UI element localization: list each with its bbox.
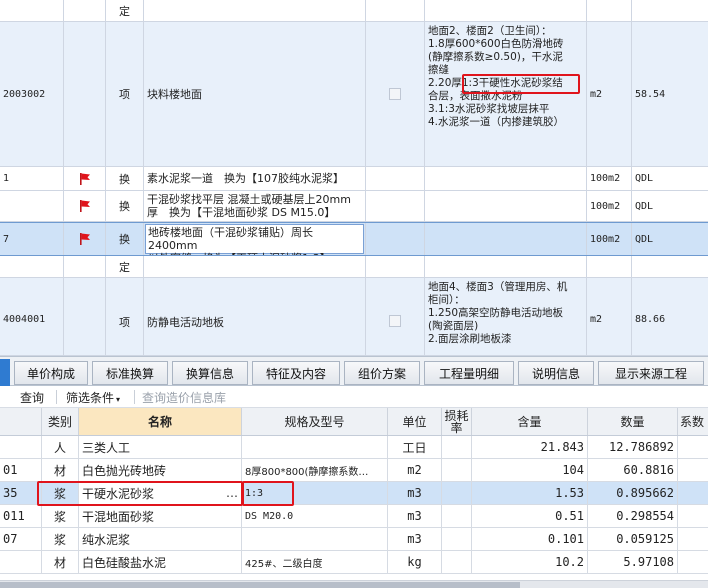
unit-cell: m2	[587, 22, 632, 166]
detail-tab-bar: 单价构成 标准换算 换算信息 特征及内容 组价方案 工程量明细 说明信息 显示来…	[0, 356, 708, 386]
checkbox[interactable]	[389, 88, 401, 100]
code-cell: 2003002	[0, 22, 64, 166]
quantity-cell: 58.54	[635, 88, 666, 100]
name-cell[interactable]: 块料楼地面	[144, 22, 366, 166]
scrollbar-thumb[interactable]	[0, 582, 520, 588]
table-row[interactable]: 材 白色硅酸盐水泥 425#、二级白度 kg 10.2 5.97108	[0, 551, 708, 574]
quota-list-grid: 定 2003002 项 块料楼地面 地面2、楼面2（卫生间）： 1.8厚600*…	[0, 0, 708, 356]
tab-show-source-project[interactable]: 显示来源工程	[598, 361, 704, 385]
filter-conditions-dropdown[interactable]: 筛选条件 ▾	[66, 389, 120, 406]
table-row[interactable]: 01 材 白色抛光砖地砖 8厚800*800(静摩擦系数… m2 104 60.…	[0, 459, 708, 482]
query-button[interactable]: 查询	[20, 389, 44, 406]
tab-features-content[interactable]: 特征及内容	[252, 361, 340, 385]
red-flag-icon	[78, 172, 92, 186]
name-cell[interactable]: 素水泥浆一道 换为【107胶纯水泥浆】	[144, 167, 366, 190]
type-cell: 定	[106, 0, 144, 21]
feature-desc-cell[interactable]: 地面2、楼面2（卫生间）： 1.8厚600*600白色防滑地砖 (静摩擦系数≥0…	[425, 22, 587, 166]
type-cell: 换	[106, 191, 144, 221]
header-unit[interactable]: 单位	[388, 408, 442, 435]
table-row[interactable]: 2003002 项 块料楼地面 地面2、楼面2（卫生间）： 1.8厚600*60…	[0, 22, 708, 167]
tab-conversion-info[interactable]: 换算信息	[172, 361, 248, 385]
checkbox[interactable]	[389, 315, 401, 327]
code-cell	[0, 256, 64, 277]
chevron-down-icon: ▾	[116, 395, 121, 404]
type-cell: 换	[106, 223, 144, 255]
table-row[interactable]: 定	[0, 256, 708, 278]
table-row[interactable]: 011 浆 干混地面砂浆 DS M20.0 m3 0.51 0.298554	[0, 505, 708, 528]
tab-active-indicator[interactable]	[0, 359, 10, 386]
table-row[interactable]: 换 干混砂浆找平层 混凝土或硬基层上20mm 厚 换为【干混地面砂浆 DS M1…	[0, 191, 708, 222]
red-flag-icon	[78, 232, 92, 246]
quantity-cell: 88.66	[635, 314, 666, 325]
resource-grid: 类别 名称 规格及型号 单位 损耗 率 含量 数量 系数 人 三类人工 工日 2…	[0, 408, 708, 580]
tab-unit-price-composition[interactable]: 单价构成	[14, 361, 88, 385]
name-cell-editing[interactable]: 地砖楼地面（干混砂浆铺贴）周长2400mm 以外密缝 换为【干硬水泥砂浆1:3】	[144, 223, 366, 255]
header-quantity[interactable]: 数量	[588, 408, 678, 435]
table-row[interactable]: 1 换 素水泥浆一道 换为【107胶纯水泥浆】 100m2 QDL	[0, 167, 708, 191]
type-cell: 项	[106, 278, 144, 355]
tab-quantity-detail[interactable]: 工程量明细	[424, 361, 514, 385]
code-cell: 7	[0, 223, 64, 255]
unit-cell: 100m2	[587, 167, 632, 190]
quantity-cell: QDL	[635, 200, 654, 212]
code-cell	[0, 191, 64, 221]
table-row[interactable]: 07 浆 纯水泥浆 m3 0.101 0.059125	[0, 528, 708, 551]
name-edit-field[interactable]: 地砖楼地面（干混砂浆铺贴）周长2400mm 以外密缝 换为【干硬水泥砂浆1:3】	[145, 224, 364, 255]
unit-cell: m2	[587, 278, 632, 355]
table-row-selected[interactable]: 7 换 地砖楼地面（干混砂浆铺贴）周长2400mm 以外密缝 换为【干硬水泥砂浆…	[0, 222, 708, 256]
red-flag-icon	[78, 199, 92, 213]
code-cell: 1	[0, 167, 64, 190]
resource-grid-header: 类别 名称 规格及型号 单位 损耗 率 含量 数量 系数	[0, 408, 708, 436]
table-row[interactable]: 4004001 项 防静电活动地板 地面4、楼面3（管理用房、机 柜间）： 1.…	[0, 278, 708, 356]
name-cell[interactable]: 干混砂浆找平层 混凝土或硬基层上20mm 厚 换为【干混地面砂浆 DS M15.…	[144, 191, 366, 221]
header-name[interactable]: 名称	[79, 408, 242, 435]
tab-standard-conversion[interactable]: 标准换算	[92, 361, 168, 385]
type-cell: 换	[106, 167, 144, 190]
name-cell[interactable]: 防静电活动地板	[144, 278, 366, 355]
table-row[interactable]: 定	[0, 0, 708, 22]
unit-cell: 100m2	[587, 191, 632, 221]
code-cell	[0, 0, 64, 21]
highlight-annotation-box	[462, 74, 580, 94]
header-spec[interactable]: 规格及型号	[242, 408, 388, 435]
table-row[interactable]: 人 三类人工 工日 21.843 12.786892	[0, 436, 708, 459]
highlight-annotation-box	[37, 481, 243, 506]
header-content[interactable]: 含量	[472, 408, 588, 435]
tab-pricing-plan[interactable]: 组价方案	[344, 361, 420, 385]
horizontal-scrollbar[interactable]	[0, 580, 708, 588]
type-cell: 项	[106, 22, 144, 166]
type-cell: 定	[106, 256, 144, 277]
feature-desc-cell[interactable]: 地面4、楼面3（管理用房、机 柜间）： 1.250高架空防静电活动地板 (陶瓷面…	[425, 278, 587, 355]
unit-cell: 100m2	[587, 223, 632, 255]
header-loss-rate[interactable]: 损耗 率	[442, 408, 472, 435]
detail-toolbar: 查询 筛选条件 ▾ 查询造价信息库	[0, 386, 708, 408]
header-category[interactable]: 类别	[42, 408, 79, 435]
quantity-cell: QDL	[635, 173, 654, 184]
header-coefficient[interactable]: 系数	[678, 408, 708, 435]
tab-description-info[interactable]: 说明信息	[518, 361, 594, 385]
query-price-db-button[interactable]: 查询造价信息库	[142, 389, 226, 406]
highlight-annotation-box	[242, 481, 294, 506]
code-cell: 4004001	[0, 278, 64, 355]
quantity-cell: QDL	[635, 233, 654, 245]
